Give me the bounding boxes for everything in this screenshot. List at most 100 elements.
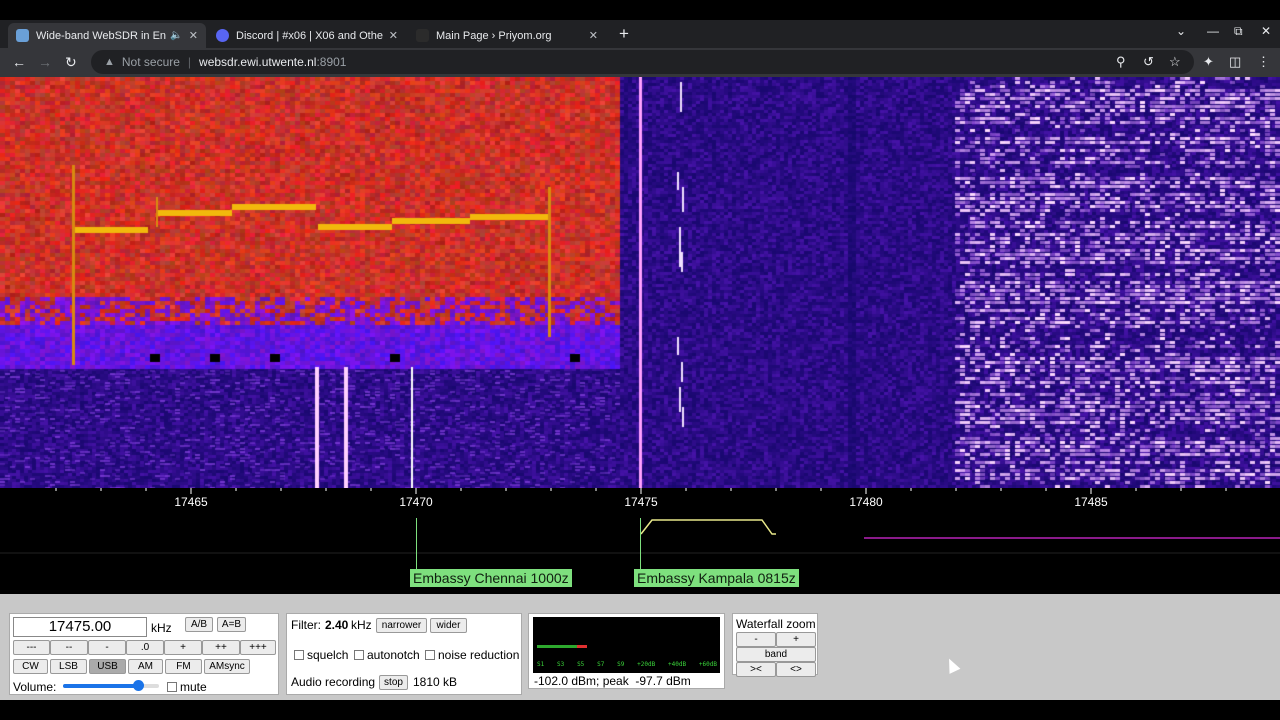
warning-icon[interactable]: ▲ [104, 56, 115, 68]
zoom-out-button[interactable]: - [736, 632, 776, 647]
mode-usb-button[interactable]: USB [89, 659, 126, 674]
waterfall-zoom-title: Waterfall zoom [736, 617, 816, 631]
browser-window: Wide-band WebSDR in Ensche 🔈 ✕ Discord |… [0, 20, 1280, 700]
noise-reduction-check-icon[interactable] [425, 650, 435, 660]
close-tab-icon[interactable]: ✕ [589, 29, 598, 42]
minimize-button[interactable]: — [1207, 24, 1219, 38]
tune-down-medium-button[interactable]: -- [50, 640, 88, 655]
new-tab-button[interactable]: + [614, 24, 634, 44]
filter-label: Filter: [291, 618, 321, 632]
filter-panel: Filter: 2.40 kHz narrower wider squelch … [286, 613, 522, 695]
security-label[interactable]: Not secure [122, 55, 180, 69]
mode-amsync-button[interactable]: AMsync [204, 659, 250, 674]
passband-indicator [640, 519, 776, 535]
url-port[interactable]: :8901 [316, 55, 346, 69]
tab-strip: Wide-band WebSDR in Ensche 🔈 ✕ Discord |… [0, 20, 1280, 48]
station-label-chennai[interactable]: Embassy Chennai 1000z [410, 569, 572, 587]
zoom-in-button[interactable]: + [776, 632, 816, 647]
mute-check-icon[interactable] [167, 682, 177, 692]
volume-fill [63, 684, 138, 688]
websdr-favicon-icon [16, 29, 29, 42]
autonotch-checkbox[interactable]: autonotch [354, 648, 420, 662]
speaker-icon[interactable]: 🔈 [170, 30, 182, 41]
tune-down-small-button[interactable]: - [88, 640, 126, 655]
stop-recording-button[interactable]: stop [379, 675, 408, 690]
priyom-favicon-icon [416, 29, 429, 42]
signal-readout: -102.0 dBm; peak -97.7 dBm [534, 674, 691, 688]
noise-reduction-checkbox[interactable]: noise reduction [425, 648, 519, 662]
tab-title: Discord | #x06 | X06 and Other Sl [236, 29, 383, 42]
tab-discord[interactable]: Discord | #x06 | X06 and Other Sl ✕ [208, 23, 406, 48]
smeter-peak [576, 645, 587, 648]
smeter-bar [537, 645, 577, 648]
mode-am-button[interactable]: AM [128, 659, 163, 674]
close-tab-icon[interactable]: ✕ [189, 29, 198, 42]
discord-favicon-icon [216, 29, 229, 42]
url-host[interactable]: websdr.ewi.utwente.nl [199, 55, 316, 69]
share-icon[interactable]: ↺ [1143, 54, 1154, 70]
close-window-button[interactable]: ✕ [1261, 24, 1271, 38]
tab-priyom[interactable]: Main Page › Priyom.org ✕ [408, 23, 606, 48]
tune-round-button[interactable]: .0 [126, 640, 164, 655]
zoom-narrow-button[interactable]: >< [736, 662, 776, 677]
tune-up-large-button[interactable]: +++ [240, 640, 276, 655]
scale-tick-marks [55, 488, 1227, 494]
smeter-panel: S1 S3 S5 S7 S9 +20dB +40dB +60dB -102.0 dBm; pe… [528, 613, 725, 689]
waterfall-zoom-panel: Waterfall zoom - + band >< <> [732, 613, 818, 677]
filter-unit: kHz [351, 618, 372, 632]
station-marker-line [416, 518, 417, 570]
address-bar-row: ← → ↻ ▲ Not secure | websdr.ewi.utwente.… [0, 48, 1280, 77]
bookmark-star-icon[interactable]: ☆ [1169, 54, 1181, 70]
mute-label: mute [180, 680, 207, 694]
extensions-icon[interactable]: ✦ [1203, 54, 1214, 70]
tune-down-large-button[interactable]: --- [13, 640, 50, 655]
tab-title: Main Page › Priyom.org [436, 29, 552, 42]
volume-knob[interactable] [132, 680, 144, 691]
volume-slider[interactable] [63, 680, 159, 691]
recording-size: 1810 kB [413, 675, 458, 689]
frequency-panel: 17475.00 kHz A/B A=B --- -- - .0 + ++ ++… [9, 613, 279, 695]
zoom-icon[interactable]: ⚲ [1116, 54, 1126, 70]
forward-button[interactable]: → [38, 54, 52, 70]
squelch-check-icon[interactable] [294, 650, 304, 660]
zoom-band-button[interactable]: band [736, 647, 816, 662]
autonotch-check-icon[interactable] [354, 650, 364, 660]
ab-button[interactable]: A/B [185, 617, 213, 632]
waterfall-display[interactable] [0, 77, 1280, 488]
tab-search-dropdown-icon[interactable]: ⌄ [1176, 24, 1186, 38]
tab-websdr[interactable]: Wide-band WebSDR in Ensche 🔈 ✕ [8, 23, 206, 48]
volume-label: Volume: [13, 680, 57, 694]
tune-up-small-button[interactable]: + [164, 640, 202, 655]
station-marker-line [640, 518, 641, 570]
mode-lsb-button[interactable]: LSB [50, 659, 87, 674]
smeter-display: S1 S3 S5 S7 S9 +20dB +40dB +60dB [533, 617, 720, 673]
mode-fm-button[interactable]: FM [165, 659, 202, 674]
zoom-wide-button[interactable]: <> [776, 662, 816, 677]
reload-button[interactable]: ↻ [65, 54, 77, 71]
squelch-label: squelch [307, 648, 349, 662]
wider-button[interactable]: wider [430, 618, 467, 633]
autonotch-label: autonotch [367, 648, 420, 662]
a-equals-b-button[interactable]: A=B [217, 617, 246, 632]
mute-checkbox[interactable]: mute [167, 680, 207, 694]
back-button[interactable]: ← [12, 54, 26, 70]
narrower-button[interactable]: narrower [376, 618, 427, 633]
noise-reduction-label: noise reduction [438, 648, 520, 662]
control-area: 17475.00 kHz A/B A=B --- -- - .0 + ++ ++… [0, 594, 1280, 700]
frequency-scale[interactable]: 17465 17470 17475 17480 17485 Embassy Ch… [0, 488, 1280, 594]
separator: | [187, 55, 192, 69]
filter-value: 2.40 [325, 618, 349, 632]
station-label-kampala[interactable]: Embassy Kampala 0815z [634, 569, 799, 587]
tab-title: Wide-band WebSDR in Ensche [36, 29, 167, 42]
menu-icon[interactable]: ⋮ [1257, 54, 1270, 70]
close-tab-icon[interactable]: ✕ [389, 29, 398, 42]
address-bar[interactable]: ▲ Not secure | websdr.ewi.utwente.nl :89… [91, 50, 1194, 74]
recording-label: Audio recording [291, 675, 376, 689]
side-panel-icon[interactable]: ◫ [1229, 54, 1241, 70]
frequency-input[interactable]: 17475.00 [13, 617, 147, 637]
mode-cw-button[interactable]: CW [13, 659, 48, 674]
restore-button[interactable]: ⧉ [1234, 24, 1243, 39]
smeter-scale: S1 S3 S5 S7 S9 +20dB +40dB +60dB [537, 661, 717, 668]
tune-up-medium-button[interactable]: ++ [202, 640, 240, 655]
squelch-checkbox[interactable]: squelch [294, 648, 348, 662]
